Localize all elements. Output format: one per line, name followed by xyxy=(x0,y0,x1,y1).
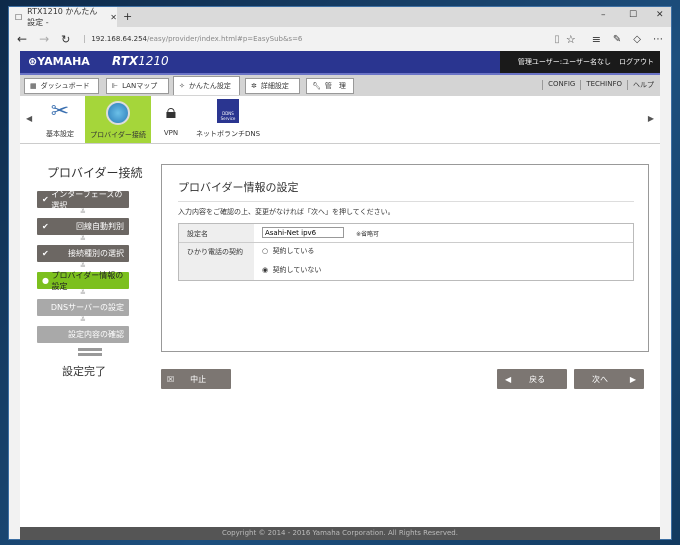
ddns-icon: DDNS Service xyxy=(217,99,239,123)
down-arrow-icon xyxy=(78,348,102,356)
icon-netvolante-dns[interactable]: DDNS Service ネットボランチDNS xyxy=(195,99,261,139)
form-title: プロバイダー情報の設定 xyxy=(178,179,634,202)
lock-icon: 🔒︎ xyxy=(165,99,177,123)
main-nav: ▦ ダッシュボード ⊩ LANマップ ✧ かんたん設定 ✲ 詳細設定 🔧︎ 管 理 CON… xyxy=(20,73,660,96)
feature-icons: ◀ ✂ 基本設定 プロバイダー接続 🔒︎ VPN DDNS Service ネットボラ… xyxy=(20,96,660,144)
step-interface: ✔ インターフェースの選択 xyxy=(37,190,129,210)
config-link[interactable]: CONFIG xyxy=(542,80,575,90)
favorite-star-icon[interactable]: ☆ xyxy=(566,33,576,46)
instruction-text: 入力内容をご確認の上、変更がなければ「次へ」を押してください。 xyxy=(178,208,395,216)
scroll-left-icon[interactable]: ◀ xyxy=(26,114,32,123)
help-link[interactable]: ヘルプ xyxy=(627,80,654,90)
check-icon: ✔ xyxy=(42,249,49,258)
wand-icon: ✧ xyxy=(179,82,185,90)
close-tab-icon[interactable]: ✕ xyxy=(110,13,117,22)
user-label: 管理ユーザー:ユーザー名なし xyxy=(517,58,611,66)
forward-icon[interactable]: → xyxy=(39,32,49,46)
check-icon: ✔ xyxy=(42,195,52,204)
icon-basic-settings[interactable]: ✂ 基本設定 xyxy=(40,99,80,139)
step-connection-type: ✔ 接続種別の選択 xyxy=(37,245,129,262)
step-provider-info: ● プロバイダー情報の設定 xyxy=(37,271,129,291)
cancel-icon: ☒ xyxy=(167,374,175,384)
icon-provider[interactable]: プロバイダー接続 xyxy=(85,96,151,143)
refresh-icon[interactable]: ↻ xyxy=(61,33,70,46)
tab-bar: ☐ RTX1210 かんたん設定 - ✕ + – ☐ ✕ xyxy=(9,7,671,27)
step-dns: DNSサーバーの設定 xyxy=(37,299,129,316)
radio-not-contracted[interactable]: ◉ 契約していない xyxy=(262,265,321,275)
check-icon: ✔ xyxy=(42,222,49,231)
nav-lan-map[interactable]: ⊩ LANマップ xyxy=(106,78,169,94)
globe-icon xyxy=(106,101,130,125)
back-button[interactable]: ◀ 戻る xyxy=(497,369,567,389)
scroll-right-icon[interactable]: ▶ xyxy=(648,114,654,123)
logout-link[interactable]: ログアウト xyxy=(619,57,654,67)
close-window-icon[interactable]: ✕ xyxy=(656,10,664,20)
wrench-icon: 🔧︎ xyxy=(312,82,321,90)
reading-view-icon[interactable]: ▯ xyxy=(554,34,560,45)
gear-icon: ✲ xyxy=(251,82,257,90)
techinfo-link[interactable]: TECHINFO xyxy=(580,80,622,90)
bulb-icon: ● xyxy=(42,276,52,285)
tools-icon: ✂ xyxy=(50,99,70,124)
wizard-title: プロバイダー接続 xyxy=(47,166,143,180)
maximize-icon[interactable]: ☐ xyxy=(629,10,637,20)
wizard-complete: 設定完了 xyxy=(62,365,106,378)
dashboard-icon: ▦ xyxy=(30,82,37,90)
router-page: ⊛YAMAHA RTX1210 管理ユーザー:ユーザー名なし ログアウト ▦ ダッ… xyxy=(20,51,660,540)
next-button[interactable]: 次へ ▶ xyxy=(574,369,644,389)
nav-manage[interactable]: 🔧︎ 管 理 xyxy=(306,78,354,94)
yamaha-logo: ⊛YAMAHA xyxy=(28,55,90,68)
nav-advanced[interactable]: ✲ 詳細設定 xyxy=(245,78,300,94)
radio-contracted[interactable]: ○ 契約している xyxy=(262,246,314,256)
web-note-icon[interactable]: ✎ xyxy=(613,34,621,45)
nav-dashboard[interactable]: ▦ ダッシュボード xyxy=(24,78,99,94)
share-icon[interactable]: ◇ xyxy=(633,34,641,45)
address-bar: ← → ↻ 192.168.64.254/easy/provider/index… xyxy=(9,27,671,51)
icon-vpn[interactable]: 🔒︎ VPN xyxy=(158,99,184,137)
browser-window: ☐ RTX1210 かんたん設定 - ✕ + – ☐ ✕ ← → ↻ 192.16… xyxy=(8,6,672,540)
back-icon[interactable]: ← xyxy=(17,32,27,46)
minimize-icon[interactable]: – xyxy=(601,10,606,20)
settings-table: 設定名 ※省略可 ひかり電話の契約 ○ 契約している ◉ 契約していない xyxy=(178,223,634,281)
nav-easy-setup[interactable]: ✧ かんたん設定 xyxy=(173,76,240,95)
browser-tab[interactable]: ☐ RTX1210 かんたん設定 - ✕ xyxy=(9,7,117,27)
phone-label: ひかり電話の契約 xyxy=(187,248,243,256)
name-label: 設定名 xyxy=(187,230,208,238)
more-icon[interactable]: ⋯ xyxy=(653,34,663,45)
lan-map-icon: ⊩ xyxy=(112,82,119,90)
hub-icon[interactable]: ≡ xyxy=(592,33,601,46)
model-name: RTX1210 xyxy=(112,54,169,68)
right-triangle-icon: ▶ xyxy=(629,374,636,384)
cancel-button[interactable]: ☒ 中止 xyxy=(161,369,231,389)
yamaha-header: ⊛YAMAHA RTX1210 管理ユーザー:ユーザー名なし ログアウト xyxy=(20,51,660,73)
step-confirm: 設定内容の確認 xyxy=(37,326,129,343)
optional-note: ※省略可 xyxy=(356,231,380,238)
footer: Copyright © 2014 - 2016 Yamaha Corporati… xyxy=(20,527,660,540)
page-icon: ☐ xyxy=(15,12,23,22)
form-panel: プロバイダー情報の設定 入力内容をご確認の上、変更がなければ「次へ」を押してくだ… xyxy=(161,164,649,352)
left-triangle-icon: ◀ xyxy=(505,374,512,384)
url-input[interactable]: 192.168.64.254/easy/provider/index.html#… xyxy=(84,35,302,43)
name-input[interactable] xyxy=(262,227,344,238)
step-line-detect: ✔ 回線自動判別 xyxy=(37,218,129,235)
new-tab-icon[interactable]: + xyxy=(123,10,132,23)
